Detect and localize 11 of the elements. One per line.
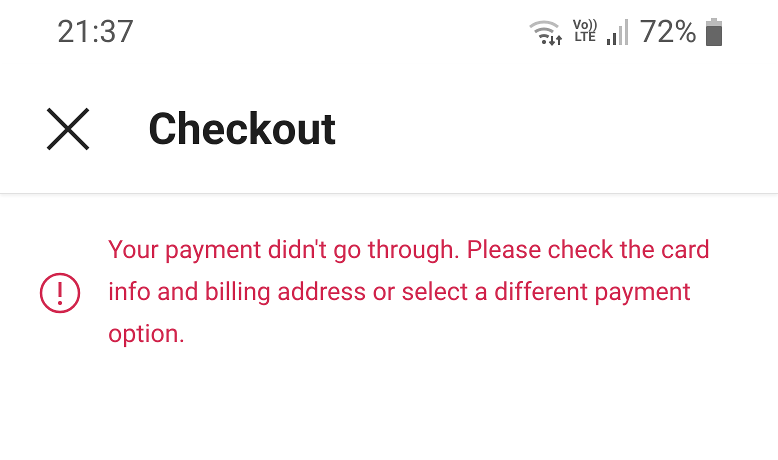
lte-label: LTE (574, 32, 596, 44)
volte-label: Vo)) (572, 20, 598, 32)
status-time: 21:37 (57, 12, 134, 52)
signal-icon (606, 19, 630, 45)
error-icon (39, 272, 81, 314)
close-button[interactable] (44, 104, 92, 152)
close-icon (45, 106, 91, 152)
battery-percentage: 72% (639, 12, 697, 52)
battery-icon (706, 18, 722, 46)
page-title: Checkout (148, 102, 336, 156)
error-message: Your payment didn't go through. Please check the card info and billing address or select a different payment option. (108, 235, 712, 351)
